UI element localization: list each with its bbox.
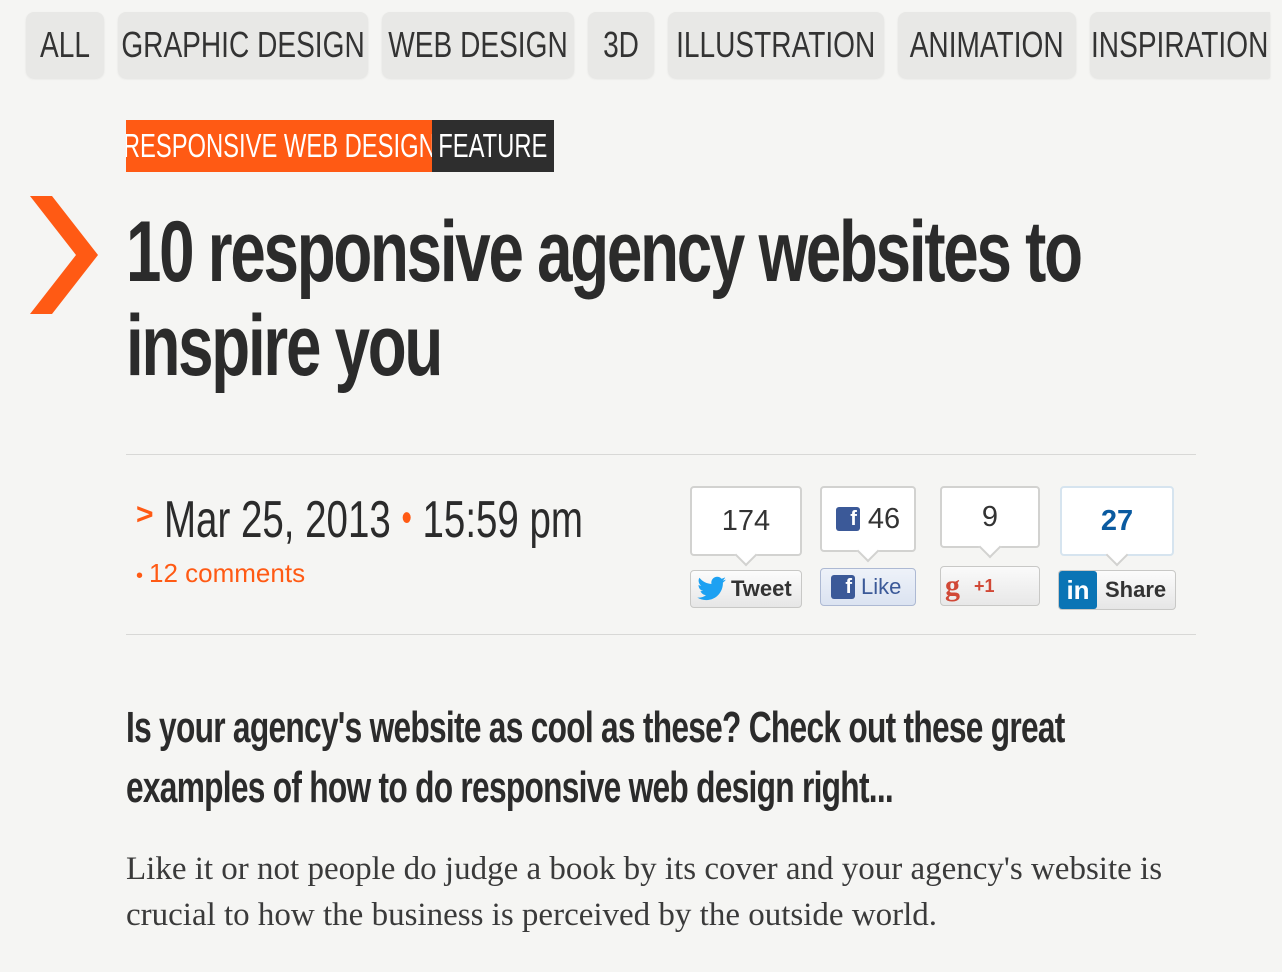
type-tag[interactable]: FEATURE [432, 120, 554, 172]
nav-item-graphic-design[interactable]: GRAPHIC DESIGN [118, 12, 368, 78]
twitter-count-value: 174 [721, 504, 771, 537]
category-tag[interactable]: RESPONSIVE WEB DESIGN [126, 120, 432, 172]
nav-item-all[interactable]: ALL [26, 12, 104, 78]
bullet-icon: • [401, 496, 412, 540]
nav-item-web-design[interactable]: WEB DESIGN [382, 12, 574, 78]
facebook-count: f 46 [820, 486, 916, 552]
article-body-paragraph: Like it or not people do judge a book by… [126, 851, 1163, 933]
nav-item-label: ANIMATION [910, 24, 1064, 65]
facebook-icon: f [831, 575, 855, 599]
article-title: 10 responsive agency websites to inspire… [126, 204, 1083, 394]
googleplus-label: +1 [974, 575, 995, 596]
nav-item-illustration[interactable]: ILLUSTRATION [668, 12, 884, 78]
chevron-right-icon [30, 196, 98, 314]
bullet-icon: • [136, 565, 144, 587]
twitter-bird-icon [697, 576, 726, 601]
nav-item-label: INSPIRATION [1091, 24, 1269, 65]
nav-item-label: ALL [40, 24, 90, 65]
facebook-icon: f [835, 507, 860, 531]
linkedin-count-value: 27 [1100, 504, 1134, 537]
googleplus-count: 9 [940, 486, 1040, 548]
nav-item-3d[interactable]: 3D [588, 12, 654, 78]
google-g-icon: g [945, 569, 960, 602]
article-tags: RESPONSIVE WEB DESIGN FEATURE [126, 120, 554, 172]
nav-item-label: 3D [603, 24, 639, 65]
divider [126, 454, 1196, 455]
linkedin-share-button[interactable]: in Share [1058, 570, 1176, 610]
comments-link[interactable]: • 12 comments [136, 558, 305, 589]
article-date: Mar 25, 2013 [164, 491, 391, 549]
tweet-button[interactable]: Tweet [690, 570, 802, 608]
facebook-like-label: Like [861, 574, 902, 599]
linkedin-icon: in [1059, 571, 1097, 609]
nav-item-label: ILLUSTRATION [676, 24, 876, 65]
nav-item-inspiration[interactable]: INSPIRATION [1090, 12, 1270, 78]
article-time: 15:59 pm [422, 491, 583, 549]
googleplus-button[interactable]: g +1 [940, 566, 1040, 606]
facebook-like-button[interactable]: f Like [820, 568, 916, 606]
caret-right-icon: > [136, 498, 154, 531]
type-tag-label: FEATURE [438, 127, 548, 164]
facebook-count-value: 46 [867, 502, 901, 535]
article-datetime: Mar 25, 2013 • 15:59 pm [164, 490, 583, 550]
category-nav: ALL GRAPHIC DESIGN WEB DESIGN 3D ILLUSTR… [26, 12, 1282, 78]
nav-item-label: GRAPHIC DESIGN [121, 24, 365, 65]
googleplus-count-value: 9 [981, 500, 999, 533]
linkedin-count: 27 [1060, 486, 1174, 556]
twitter-count: 174 [690, 486, 802, 556]
category-tag-label: RESPONSIVE WEB DESIGN [126, 127, 432, 164]
nav-item-label: WEB DESIGN [388, 24, 568, 65]
divider [126, 634, 1196, 635]
linkedin-share-label: Share [1105, 577, 1167, 602]
tweet-label: Tweet [731, 576, 792, 601]
article-standfirst: Is your agency's website as cool as thes… [126, 703, 1065, 812]
nav-item-animation[interactable]: ANIMATION [898, 12, 1076, 78]
comments-count: 12 comments [149, 558, 306, 588]
